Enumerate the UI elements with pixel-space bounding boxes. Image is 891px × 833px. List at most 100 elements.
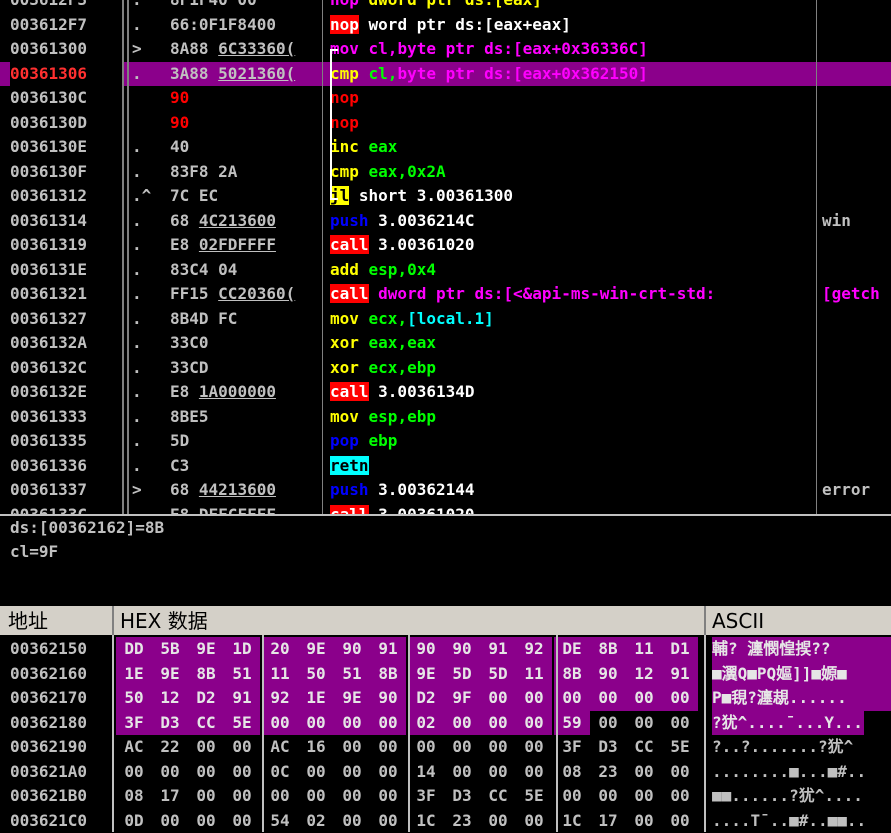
- disasm-row[interactable]: 0036133C.E8 DFFCFFFFcall 3.00361020: [0, 503, 891, 515]
- disasm-row[interactable]: 00361335.5Dpop ebp: [0, 429, 891, 454]
- dump-byte[interactable]: 51: [224, 662, 260, 687]
- dump-byte[interactable]: 00: [298, 784, 334, 809]
- dump-byte[interactable]: 1C: [408, 809, 444, 833]
- dump-byte[interactable]: 11: [262, 662, 298, 687]
- dump-byte[interactable]: 16: [298, 735, 334, 760]
- dump-byte[interactable]: 00: [334, 760, 370, 785]
- dump-byte[interactable]: 00: [480, 760, 516, 785]
- dump-byte[interactable]: 5E: [662, 735, 698, 760]
- dump-byte[interactable]: 00: [662, 784, 698, 809]
- dump-byte[interactable]: 91: [480, 637, 516, 662]
- dump-byte[interactable]: 00: [626, 809, 662, 833]
- dump-byte[interactable]: 00: [516, 809, 552, 833]
- dump-byte[interactable]: 00: [444, 711, 480, 736]
- dump-byte[interactable]: 23: [590, 760, 626, 785]
- dump-byte[interactable]: 1C: [554, 809, 590, 833]
- dump-byte[interactable]: 1D: [224, 637, 260, 662]
- dump-byte[interactable]: 9E: [152, 662, 188, 687]
- dump-byte[interactable]: 08: [116, 784, 152, 809]
- dump-row[interactable]: 00362150DD5B9E1D209E909190909192DE8B11D1…: [0, 637, 891, 662]
- dump-byte[interactable]: D3: [444, 784, 480, 809]
- dump-byte[interactable]: 8B: [554, 662, 590, 687]
- dump-row[interactable]: 003621601E9E8B511150518B9E5D5D118B901291…: [0, 662, 891, 687]
- dump-byte[interactable]: 11: [516, 662, 552, 687]
- dump-byte[interactable]: 00: [516, 686, 552, 711]
- dump-byte[interactable]: 00: [626, 760, 662, 785]
- dump-byte[interactable]: 9E: [188, 637, 224, 662]
- dump-byte[interactable]: 17: [590, 809, 626, 833]
- disasm-row[interactable]: 00361333.8BE5mov esp,ebp: [0, 405, 891, 430]
- dump-byte[interactable]: 0C: [262, 760, 298, 785]
- dump-byte[interactable]: 90: [590, 662, 626, 687]
- dump-row[interactable]: 003621A0000000000C0000001400000008230000…: [0, 760, 891, 785]
- dump-byte[interactable]: 90: [444, 637, 480, 662]
- dump-byte[interactable]: 00: [480, 735, 516, 760]
- dump-byte[interactable]: 12: [152, 686, 188, 711]
- dump-byte[interactable]: 00: [516, 711, 552, 736]
- dump-byte[interactable]: 22: [152, 735, 188, 760]
- dump-byte[interactable]: 92: [262, 686, 298, 711]
- dump-byte[interactable]: 00: [262, 711, 298, 736]
- disasm-row[interactable]: 00361306.3A88 5021360(cmp cl,byte ptr ds…: [0, 62, 891, 87]
- dump-byte[interactable]: 00: [590, 686, 626, 711]
- dump-byte[interactable]: 00: [370, 809, 406, 833]
- dump-byte[interactable]: 8B: [590, 637, 626, 662]
- dump-byte[interactable]: 00: [370, 735, 406, 760]
- dump-byte[interactable]: D2: [408, 686, 444, 711]
- dump-row[interactable]: 003621705012D291921E9E90D29F000000000000…: [0, 686, 891, 711]
- dump-byte[interactable]: DD: [116, 637, 152, 662]
- dump-byte[interactable]: D1: [662, 637, 698, 662]
- disasm-row[interactable]: 0036131E.83C4 04add esp,0x4: [0, 258, 891, 283]
- dump-byte[interactable]: 00: [554, 784, 590, 809]
- dump-byte[interactable]: 23: [444, 809, 480, 833]
- dump-byte[interactable]: 00: [370, 760, 406, 785]
- disassembly-pane[interactable]: 003612F3.8F1F40 00nop dword ptr ds:[eax]…: [0, 0, 891, 514]
- disasm-row[interactable]: 0036132E.E8 1A000000call 3.0036134D: [0, 380, 891, 405]
- dump-byte[interactable]: 00: [626, 711, 662, 736]
- dump-header-ascii[interactable]: ASCII: [712, 606, 882, 635]
- dump-byte[interactable]: 5D: [480, 662, 516, 687]
- dump-byte[interactable]: 00: [334, 735, 370, 760]
- dump-byte[interactable]: 00: [370, 711, 406, 736]
- dump-byte[interactable]: DE: [554, 637, 590, 662]
- dump-byte[interactable]: 90: [408, 637, 444, 662]
- dump-byte[interactable]: 3F: [408, 784, 444, 809]
- dump-byte[interactable]: AC: [262, 735, 298, 760]
- dump-byte[interactable]: 3F: [116, 711, 152, 736]
- dump-byte[interactable]: 9E: [334, 686, 370, 711]
- disasm-row[interactable]: 00361336.C3retn: [0, 454, 891, 479]
- dump-byte[interactable]: 00: [152, 760, 188, 785]
- dump-byte[interactable]: 51: [334, 662, 370, 687]
- dump-byte[interactable]: 5E: [516, 784, 552, 809]
- dump-byte[interactable]: 91: [370, 637, 406, 662]
- dump-byte[interactable]: 00: [334, 711, 370, 736]
- dump-byte[interactable]: 00: [480, 809, 516, 833]
- dump-byte[interactable]: 00: [188, 760, 224, 785]
- dump-byte[interactable]: 90: [334, 637, 370, 662]
- disasm-row[interactable]: 0036130D90nop: [0, 111, 891, 136]
- dump-byte[interactable]: 00: [152, 809, 188, 833]
- dump-header-hex[interactable]: HEX 数据: [120, 606, 700, 635]
- dump-byte[interactable]: 00: [224, 809, 260, 833]
- dump-byte[interactable]: 8B: [188, 662, 224, 687]
- dump-pane[interactable]: 地址 HEX 数据 ASCII 00362150DD5B9E1D209E9091…: [0, 606, 891, 832]
- disasm-row[interactable]: 00361321.FF15 CC20360(call dword ptr ds:…: [0, 282, 891, 307]
- dump-byte[interactable]: 5D: [444, 662, 480, 687]
- dump-byte[interactable]: 91: [662, 662, 698, 687]
- dump-byte[interactable]: 11: [626, 637, 662, 662]
- dump-byte[interactable]: 08: [554, 760, 590, 785]
- dump-byte[interactable]: 00: [188, 735, 224, 760]
- dump-byte[interactable]: 00: [298, 760, 334, 785]
- disasm-row[interactable]: 003612F3.8F1F40 00nop dword ptr ds:[eax]: [0, 0, 891, 13]
- dump-byte[interactable]: 00: [662, 809, 698, 833]
- dump-byte[interactable]: 14: [408, 760, 444, 785]
- dump-byte[interactable]: 5B: [152, 637, 188, 662]
- disasm-row[interactable]: 00361337>68 44213600push 3.00362144error: [0, 478, 891, 503]
- dump-byte[interactable]: 00: [626, 784, 662, 809]
- dump-byte[interactable]: 00: [480, 711, 516, 736]
- dump-byte[interactable]: 00: [188, 784, 224, 809]
- dump-row[interactable]: 003621803FD3CC5E000000000200000059000000…: [0, 711, 891, 736]
- disasm-row[interactable]: 0036130F.83F8 2Acmp eax,0x2A: [0, 160, 891, 185]
- dump-byte[interactable]: 9E: [408, 662, 444, 687]
- dump-byte[interactable]: 20: [262, 637, 298, 662]
